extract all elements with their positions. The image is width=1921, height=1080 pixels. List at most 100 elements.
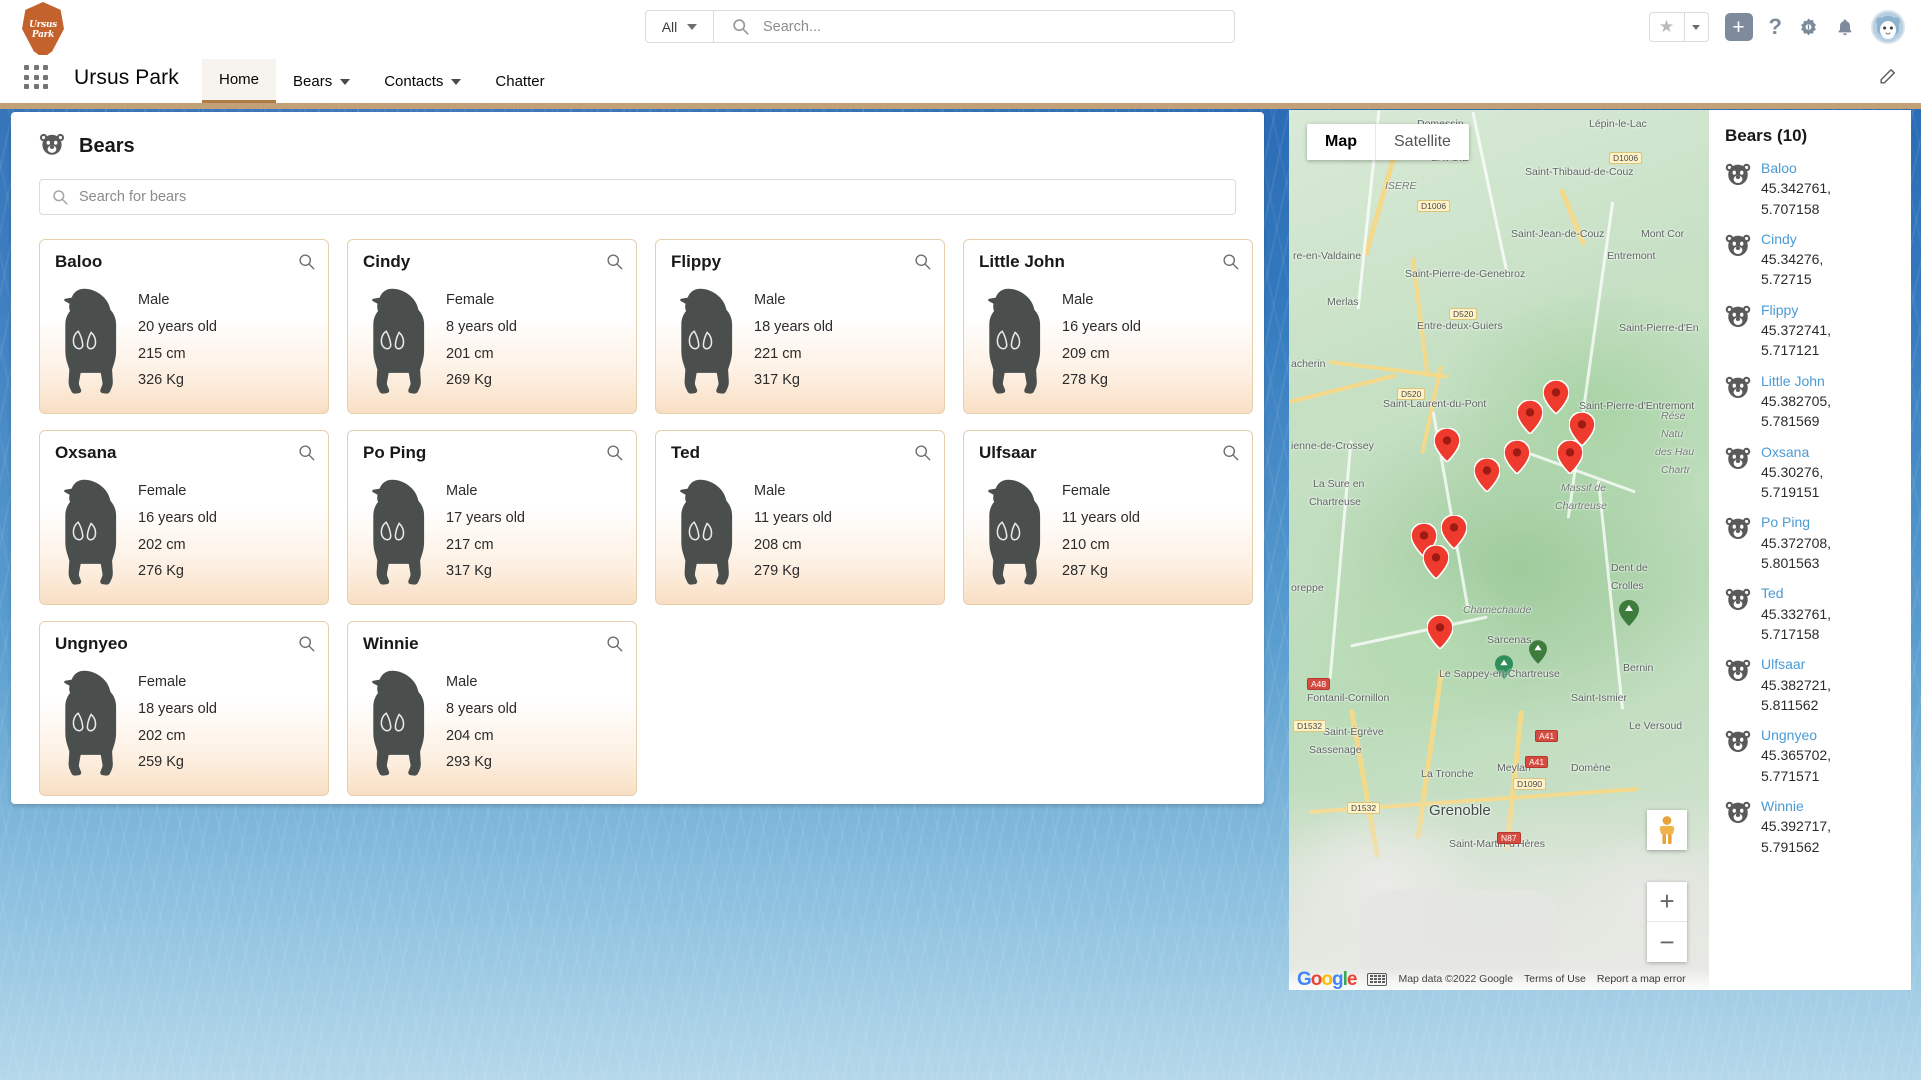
question-mark-icon[interactable]: ? — [1769, 14, 1782, 40]
global-search-input[interactable] — [763, 18, 1234, 35]
road-shield-label: D1006 — [1609, 152, 1643, 164]
bear-card-stats: Male 17 years old 217 cm 317 Kg — [446, 475, 525, 583]
nav-tab-home[interactable]: Home — [202, 59, 277, 103]
plus-icon[interactable]: + — [1724, 13, 1753, 41]
bear-name-link[interactable]: Ungnyeo — [1761, 725, 1831, 745]
bear-card[interactable]: Cindy Female 8 years old 201 cm 269 Kg — [347, 239, 637, 414]
bear-name-link[interactable]: Ted — [1761, 583, 1831, 603]
bear-card[interactable]: Flippy Male 18 years old 221 cm 317 Kg — [655, 239, 945, 414]
bear-card[interactable]: Ulfsaar Female 11 years old 210 cm 287 K… — [963, 430, 1253, 605]
magnifier-icon[interactable] — [914, 253, 931, 270]
global-search-bar[interactable]: All — [645, 10, 1235, 43]
magnifier-icon[interactable] — [298, 253, 315, 270]
magnifier-icon[interactable] — [606, 635, 623, 652]
favorites-group[interactable]: ★ — [1648, 12, 1709, 42]
bear-card[interactable]: Ungnyeo Female 18 years old 202 cm 259 K… — [39, 621, 329, 796]
bears-search-input[interactable] — [79, 189, 1235, 205]
list-item[interactable]: Baloo 45.342761, 5.707158 — [1709, 158, 1911, 229]
bear-card-body: Male 20 years old 215 cm 326 Kg — [54, 284, 318, 408]
bear-name-link[interactable]: Cindy — [1761, 229, 1823, 249]
bear-card-body: Female 11 years old 210 cm 287 Kg — [978, 475, 1242, 599]
bear-name-link[interactable]: Little John — [1761, 371, 1831, 391]
map-marker-pin-icon[interactable] — [1473, 457, 1501, 494]
bear-card-name: Po Ping — [363, 443, 427, 462]
magnifier-icon[interactable] — [298, 444, 315, 461]
bear-card[interactable]: Ted Male 11 years old 208 cm 279 Kg — [655, 430, 945, 605]
app-launcher-waffle-icon[interactable] — [24, 65, 50, 91]
bear-name-link[interactable]: Winnie — [1761, 796, 1831, 816]
bear-name-link[interactable]: Ulfsaar — [1761, 654, 1831, 674]
report-map-error-link[interactable]: Report a map error — [1597, 973, 1686, 985]
nav-tab-contacts[interactable]: Contacts — [367, 59, 478, 103]
bear-name-link[interactable]: Baloo — [1761, 158, 1831, 178]
map-canvas[interactable] — [1289, 110, 1709, 990]
map-marker-pin-icon[interactable] — [1440, 514, 1468, 551]
bear-card[interactable]: Little John Male 16 years old 209 cm 278… — [963, 239, 1253, 414]
nav-tab-chatter[interactable]: Chatter — [478, 59, 561, 103]
zoom-in-button[interactable]: + — [1647, 882, 1687, 922]
bear-card-body: Female 16 years old 202 cm 276 Kg — [54, 475, 318, 599]
avatar[interactable] — [1871, 10, 1905, 44]
global-header: Ursus Park All ★ + ? — [0, 0, 1921, 58]
list-item[interactable]: Winnie 45.392717, 5.791562 — [1709, 796, 1911, 867]
map-marker-pin-icon[interactable] — [1433, 427, 1461, 464]
list-item[interactable]: Oxsana 45.30276, 5.719151 — [1709, 442, 1911, 513]
bear-card-stats: Male 16 years old 209 cm 278 Kg — [1062, 284, 1141, 392]
map-marker-pin-icon[interactable] — [1516, 399, 1544, 436]
map-type-satellite-button[interactable]: Satellite — [1375, 124, 1469, 160]
map-marker-pin-icon[interactable] — [1556, 439, 1584, 476]
chevron-down-icon — [687, 23, 698, 30]
map-type-control[interactable]: Map Satellite — [1307, 124, 1469, 160]
list-item[interactable]: Ulfsaar 45.382721, 5.811562 — [1709, 654, 1911, 725]
magnifier-icon[interactable] — [914, 444, 931, 461]
bears-search-box[interactable] — [39, 179, 1236, 215]
magnifier-icon[interactable] — [606, 444, 623, 461]
bear-head-icon — [1725, 796, 1751, 830]
bear-name-link[interactable]: Oxsana — [1761, 442, 1823, 462]
bear-card[interactable]: Po Ping Male 17 years old 217 cm 317 Kg — [347, 430, 637, 605]
star-icon[interactable]: ★ — [1650, 13, 1684, 41]
gear-icon[interactable] — [1798, 17, 1819, 38]
magnifier-icon[interactable] — [1222, 253, 1239, 270]
nav-tab-bears[interactable]: Bears — [276, 59, 367, 103]
pencil-icon[interactable] — [1878, 67, 1897, 91]
list-item[interactable]: Po Ping 45.372708, 5.801563 — [1709, 512, 1911, 583]
brand-logo[interactable]: Ursus Park — [22, 2, 64, 58]
map-marker-pin-icon[interactable] — [1422, 544, 1450, 581]
bear-silhouette-icon — [64, 288, 117, 394]
map-marker-pin-icon[interactable] — [1542, 379, 1570, 416]
list-item[interactable]: Cindy 45.34276, 5.72715 — [1709, 229, 1911, 300]
list-item[interactable]: Little John 45.382705, 5.781569 — [1709, 371, 1911, 442]
bear-gender: Male — [446, 483, 478, 499]
magnifier-icon[interactable] — [606, 253, 623, 270]
street-view-pegman-icon[interactable] — [1647, 810, 1687, 850]
magnifier-icon[interactable] — [1222, 444, 1239, 461]
bear-name-link[interactable]: Flippy — [1761, 300, 1831, 320]
bear-card[interactable]: Winnie Male 8 years old 204 cm 293 Kg — [347, 621, 637, 796]
bell-icon[interactable] — [1835, 17, 1855, 38]
bear-card[interactable]: Baloo Male 20 years old 215 cm 326 Kg — [39, 239, 329, 414]
logo-line-2: Park — [31, 30, 55, 40]
list-item[interactable]: Ted 45.332761, 5.717158 — [1709, 583, 1911, 654]
map-panel[interactable]: DomessinLépin-le-LacSaint-Thibaud-de-Cou… — [1289, 110, 1709, 990]
bear-card-stats: Female 8 years old 201 cm 269 Kg — [446, 284, 517, 392]
map-marker-pin-icon[interactable] — [1503, 439, 1531, 476]
bear-name-link[interactable]: Po Ping — [1761, 512, 1831, 532]
bear-silhouette-icon — [988, 479, 1041, 585]
bear-silhouette-icon — [372, 670, 425, 776]
magnifier-icon[interactable] — [298, 635, 315, 652]
map-marker-pin-icon[interactable] — [1426, 614, 1454, 651]
bear-longitude: 5.719151 — [1761, 484, 1820, 501]
keyboard-shortcuts-icon[interactable] — [1367, 972, 1388, 986]
bear-weight: 259 Kg — [138, 754, 184, 771]
terms-of-use-link[interactable]: Terms of Use — [1524, 973, 1586, 985]
favorites-chevron-down-icon[interactable] — [1683, 13, 1708, 41]
map-zoom-controls[interactable]: + − — [1647, 882, 1687, 962]
map-type-map-button[interactable]: Map — [1307, 124, 1375, 160]
bear-card-stats: Female 11 years old 210 cm 287 Kg — [1062, 475, 1140, 583]
list-item[interactable]: Ungnyeo 45.365702, 5.771571 — [1709, 725, 1911, 796]
zoom-out-button[interactable]: − — [1647, 922, 1687, 962]
search-scope-select[interactable]: All — [646, 11, 714, 42]
bear-card[interactable]: Oxsana Female 16 years old 202 cm 276 Kg — [39, 430, 329, 605]
list-item[interactable]: Flippy 45.372741, 5.717121 — [1709, 300, 1911, 371]
